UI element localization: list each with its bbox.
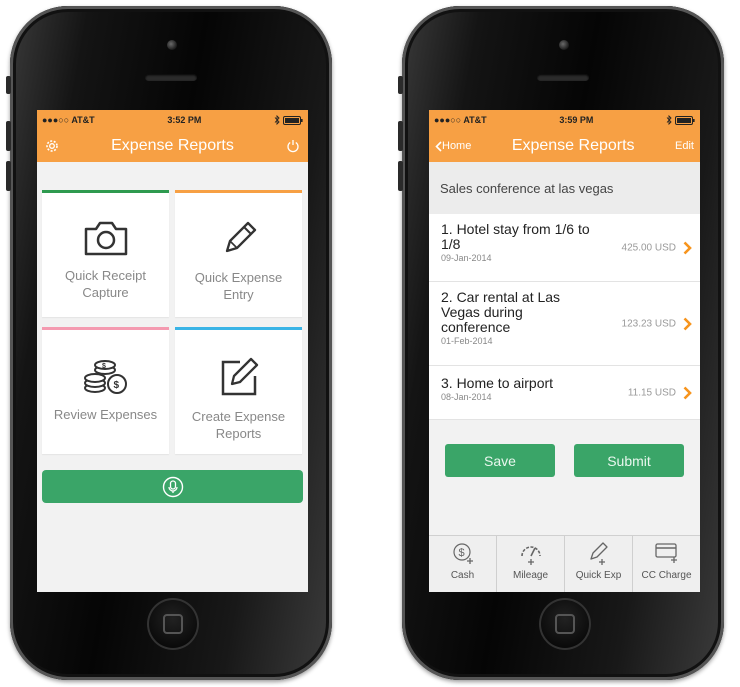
chevron-left-icon (435, 140, 442, 152)
screen-right: ●●●○○ AT&T 3:59 PM Home Expense Reports … (429, 110, 700, 592)
report-name: Sales conference at las vegas (429, 162, 700, 214)
phone-left: ●●●○○ AT&T 3:52 PM Expense Reports Quick… (6, 6, 332, 680)
tool-label: Cash (450, 570, 475, 581)
item-title: 2. Car rental at Las Vegas during confer… (441, 289, 561, 335)
expense-list: 1. Hotel stay from 1/6 to 1/8 09-Jan-201… (429, 214, 700, 420)
microphone-icon (162, 476, 183, 497)
coins-icon: $ $ (83, 360, 127, 394)
tile-label: Quick Expense Entry (194, 270, 283, 302)
home-button (539, 598, 591, 650)
status-time: 3:59 PM (559, 115, 594, 125)
status-bar: ●●●○○ AT&T 3:52 PM (37, 110, 308, 130)
toolbar-cash[interactable]: $ Cash (429, 536, 497, 592)
page-title: Expense Reports (111, 137, 234, 154)
tile-grid: Quick Receipt Capture Quick Expense Entr… (37, 162, 308, 454)
screen-left: ●●●○○ AT&T 3:52 PM Expense Reports Quick… (37, 110, 308, 592)
item-title: 1. Hotel stay from 1/6 to 1/8 (441, 221, 590, 252)
speedometer-add-icon (520, 546, 541, 565)
status-icons (666, 115, 695, 125)
tool-label: Mileage (512, 570, 549, 581)
phone-right: ●●●○○ AT&T 3:59 PM Home Expense Reports … (398, 6, 724, 680)
bluetooth-icon (274, 115, 280, 125)
submit-button[interactable]: Submit (574, 444, 684, 477)
toolbar-cc-charge[interactable]: CC Charge (633, 536, 700, 592)
earpiece-speaker (145, 74, 197, 81)
edit-icon (221, 357, 258, 396)
create-expense-reports-tile[interactable]: Create Expense Reports (175, 327, 302, 454)
svg-text:$: $ (102, 363, 106, 370)
item-date: 09-Jan-2014 (441, 253, 492, 263)
carrier-label: ●●●○○ AT&T (434, 115, 487, 125)
pencil-icon (225, 221, 256, 253)
camera-icon (84, 221, 127, 256)
back-label: Home (442, 140, 472, 152)
item-amount: 425.00 USD (621, 242, 676, 253)
cash-add-icon: $ (452, 543, 473, 564)
tile-label: Quick Receipt Capture (65, 268, 146, 300)
volume-up-button (6, 121, 11, 151)
front-camera (167, 40, 177, 50)
status-icons (274, 115, 303, 125)
battery-icon (282, 115, 303, 125)
svg-text:$: $ (113, 380, 119, 391)
toolbar-quick-exp[interactable]: Quick Exp (565, 536, 633, 592)
review-expenses-tile[interactable]: $ $ Review Expenses (42, 327, 169, 454)
tool-label: Quick Exp (575, 570, 622, 581)
chevron-right-icon (683, 386, 692, 399)
tile-label: Create Expense Reports (191, 409, 286, 441)
edit-button[interactable]: Edit (675, 140, 694, 152)
action-buttons: Save Submit (429, 420, 700, 477)
item-amount: 123.23 USD (621, 318, 676, 329)
front-camera (559, 40, 569, 50)
chevron-right-icon (683, 317, 692, 330)
bluetooth-icon (666, 115, 672, 125)
item-amount: 11.15 USD (627, 387, 676, 398)
bottom-toolbar: $ Cash Mileage Quick Exp CC Charge (429, 535, 700, 592)
home-button (147, 598, 199, 650)
tile-label: Review Expenses (53, 407, 158, 422)
item-title: 3. Home to airport (441, 375, 554, 391)
volume-down-button (6, 161, 11, 191)
list-item[interactable]: 1. Hotel stay from 1/6 to 1/8 09-Jan-201… (429, 214, 700, 282)
svg-text:$: $ (458, 547, 464, 559)
chevron-right-icon (683, 241, 692, 254)
mute-switch (398, 76, 403, 94)
list-item[interactable]: 2. Car rental at Las Vegas during confer… (429, 282, 700, 366)
carrier-label: ●●●○○ AT&T (42, 115, 95, 125)
app-header: Home Expense Reports Edit (429, 130, 700, 162)
app-header: Expense Reports (37, 130, 308, 162)
tool-label: CC Charge (641, 570, 692, 581)
gear-icon[interactable] (45, 139, 59, 153)
save-button[interactable]: Save (445, 444, 555, 477)
credit-card-add-icon (654, 543, 677, 563)
item-date: 01-Feb-2014 (441, 336, 493, 346)
quick-receipt-capture-tile[interactable]: Quick Receipt Capture (42, 190, 169, 317)
battery-icon (674, 115, 695, 125)
quick-expense-entry-tile[interactable]: Quick Expense Entry (175, 190, 302, 317)
toolbar-mileage[interactable]: Mileage (497, 536, 565, 592)
back-button[interactable]: Home (435, 140, 471, 152)
pencil-add-icon (589, 542, 608, 565)
voice-input-button[interactable] (42, 470, 303, 503)
status-time: 3:52 PM (167, 115, 202, 125)
list-item[interactable]: 3. Home to airport 08-Jan-2014 11.15 USD (429, 366, 700, 420)
volume-up-button (398, 121, 403, 151)
power-icon[interactable] (286, 139, 300, 153)
page-title: Expense Reports (511, 137, 635, 154)
earpiece-speaker (537, 74, 589, 81)
status-bar: ●●●○○ AT&T 3:59 PM (429, 110, 700, 130)
mute-switch (6, 76, 11, 94)
volume-down-button (398, 161, 403, 191)
